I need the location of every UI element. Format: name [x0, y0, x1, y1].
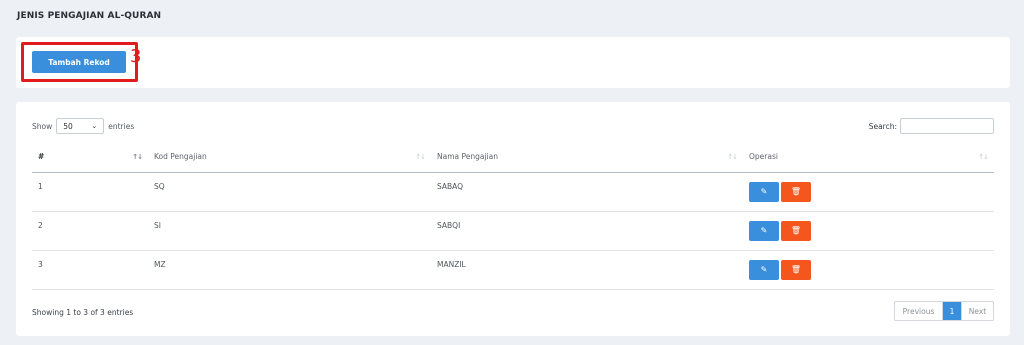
table-row: 1 SQ SABAQ ✎ 🗑: [32, 172, 994, 212]
pagination: Previous 1 Next: [894, 301, 994, 321]
delete-button[interactable]: 🗑: [781, 220, 811, 241]
column-header-label: #: [38, 152, 45, 162]
cell-nama: MANZIL: [431, 250, 743, 290]
data-table: # ↑↓ Kod Pengajian ↑↓ Nama Pengajian ↑↓ …: [32, 142, 994, 290]
column-header-label: Operasi: [749, 152, 778, 162]
cell-kod: SI: [148, 211, 431, 251]
edit-icon: ✎: [760, 265, 768, 274]
column-header-kod[interactable]: Kod Pengajian ↑↓: [148, 142, 431, 173]
table-info: Showing 1 to 3 of 3 entries: [32, 308, 134, 317]
column-header-label: Nama Pengajian: [437, 152, 498, 162]
cell-kod: MZ: [148, 250, 431, 290]
sort-icon: ↑↓: [727, 153, 738, 161]
entries-control: Show 50 ⌄ entries: [32, 118, 134, 134]
table-card: Show 50 ⌄ entries Search: # ↑↓ Kod Penga…: [16, 102, 1010, 336]
column-header-operasi[interactable]: Operasi ↑↓: [743, 142, 994, 173]
column-header-num[interactable]: # ↑↓: [32, 142, 148, 173]
previous-page-button[interactable]: Previous: [895, 302, 943, 320]
cell-num: 2: [32, 211, 148, 251]
search-label: Search:: [868, 121, 897, 131]
delete-button[interactable]: 🗑: [781, 259, 811, 280]
cell-nama: SABAQ: [431, 172, 743, 212]
cell-kod: SQ: [148, 172, 431, 212]
cell-nama: SABQI: [431, 211, 743, 251]
table-row: 3 MZ MANZIL ✎ 🗑: [32, 250, 994, 290]
annotation-number: 3: [130, 46, 142, 67]
delete-button[interactable]: 🗑: [781, 181, 811, 202]
edit-button[interactable]: ✎: [749, 220, 779, 241]
trash-icon: 🗑: [790, 187, 802, 196]
entries-label: entries: [108, 121, 135, 131]
edit-button[interactable]: ✎: [749, 259, 779, 280]
page-title: JENIS PENGAJIAN AL-QURAN: [17, 11, 162, 21]
show-label: Show: [32, 121, 53, 131]
column-header-label: Kod Pengajian: [154, 152, 207, 162]
search-control: Search:: [869, 118, 994, 134]
page-button-current[interactable]: 1: [943, 302, 961, 320]
sort-icon: ↑↓: [978, 153, 989, 161]
table-header-row: # ↑↓ Kod Pengajian ↑↓ Nama Pengajian ↑↓ …: [32, 142, 994, 173]
trash-icon: 🗑: [790, 226, 802, 235]
add-record-button[interactable]: Tambah Rekod: [32, 51, 126, 73]
search-input[interactable]: [900, 118, 994, 134]
cell-num: 3: [32, 250, 148, 290]
cell-num: 1: [32, 172, 148, 212]
table-row: 2 SI SABQI ✎ 🗑: [32, 211, 994, 251]
chevron-down-icon: ⌄: [91, 122, 98, 130]
cell-operasi: ✎ 🗑: [743, 172, 994, 212]
column-header-nama[interactable]: Nama Pengajian ↑↓: [431, 142, 743, 173]
entries-select[interactable]: 50 ⌄: [56, 118, 105, 134]
next-page-button[interactable]: Next: [961, 302, 993, 320]
sort-icon: ↑↓: [132, 153, 143, 161]
edit-icon: ✎: [760, 187, 768, 196]
trash-icon: 🗑: [790, 265, 802, 274]
cell-operasi: ✎ 🗑: [743, 250, 994, 290]
entries-value: 50: [63, 121, 73, 131]
edit-button[interactable]: ✎: [749, 181, 779, 202]
edit-icon: ✎: [760, 226, 768, 235]
sort-icon: ↑↓: [415, 153, 426, 161]
cell-operasi: ✎ 🗑: [743, 211, 994, 251]
toolbar-card: Tambah Rekod 3: [16, 37, 1010, 88]
